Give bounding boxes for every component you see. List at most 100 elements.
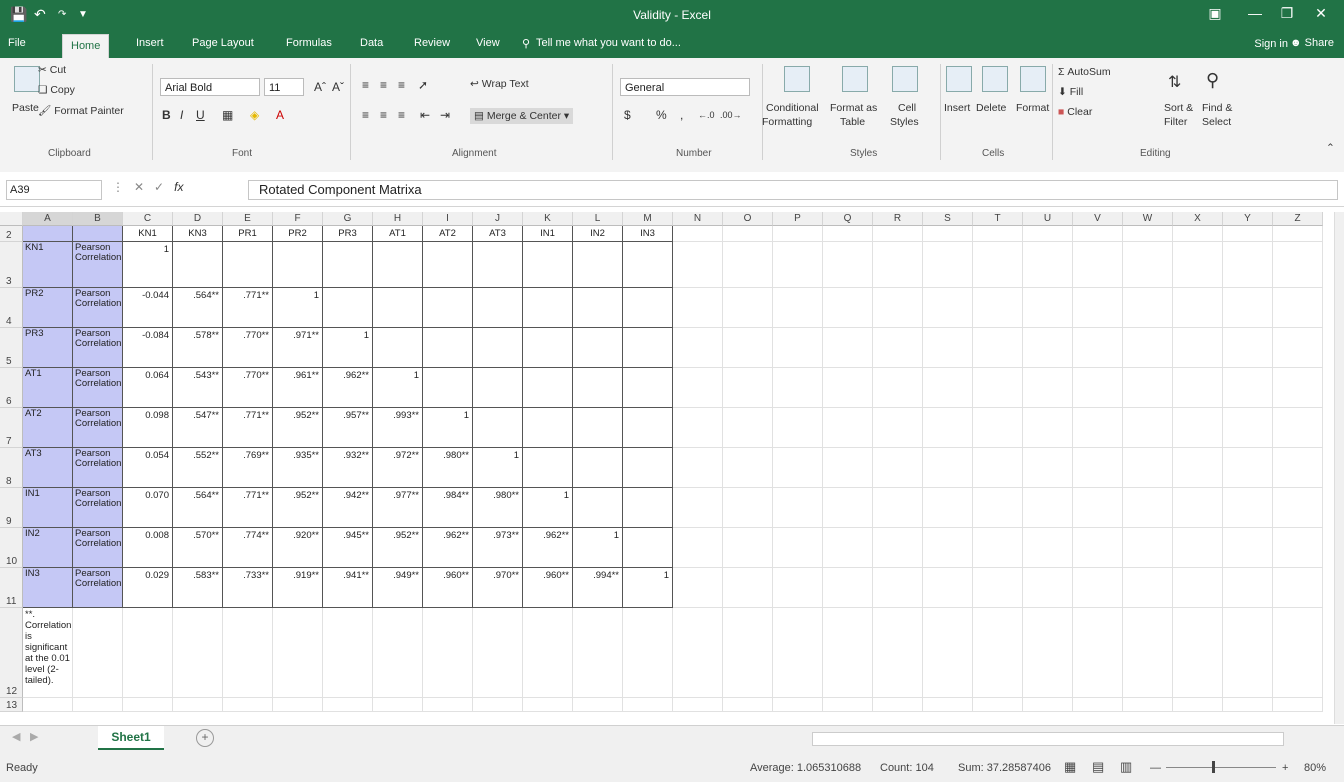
paste-button[interactable]: Paste bbox=[12, 102, 39, 114]
empty-cell[interactable] bbox=[673, 448, 723, 488]
empty-cell[interactable] bbox=[823, 242, 873, 288]
value-cell[interactable]: -0.084 bbox=[123, 328, 173, 368]
empty-cell[interactable] bbox=[1273, 698, 1323, 712]
empty-cell[interactable] bbox=[673, 226, 723, 242]
correlation-type-cell[interactable]: Pearson Correlation bbox=[73, 288, 123, 328]
value-cell[interactable]: .972** bbox=[373, 448, 423, 488]
empty-cell[interactable] bbox=[923, 368, 973, 408]
empty-cell[interactable] bbox=[823, 488, 873, 528]
empty-cell[interactable] bbox=[773, 328, 823, 368]
empty-cell[interactable] bbox=[773, 368, 823, 408]
value-cell[interactable]: 1 bbox=[373, 368, 423, 408]
value-cell[interactable]: .962** bbox=[323, 368, 373, 408]
value-cell[interactable]: .971** bbox=[273, 328, 323, 368]
value-cell[interactable]: 0.064 bbox=[123, 368, 173, 408]
paste-icon[interactable] bbox=[14, 66, 40, 92]
empty-cell[interactable] bbox=[1173, 488, 1223, 528]
empty-cell[interactable] bbox=[923, 608, 973, 698]
empty-cell[interactable] bbox=[273, 608, 323, 698]
column-header[interactable]: D bbox=[173, 212, 223, 226]
value-cell[interactable]: 1 bbox=[273, 288, 323, 328]
value-cell[interactable] bbox=[623, 288, 673, 328]
empty-cell[interactable] bbox=[823, 698, 873, 712]
value-cell[interactable]: 1 bbox=[523, 488, 573, 528]
sort-filter-button[interactable]: Sort & bbox=[1164, 102, 1193, 114]
value-cell[interactable]: .960** bbox=[423, 568, 473, 608]
value-cell[interactable]: .543** bbox=[173, 368, 223, 408]
collapse-ribbon-icon[interactable]: ⌃ bbox=[1326, 142, 1335, 154]
value-cell[interactable] bbox=[573, 328, 623, 368]
empty-cell[interactable] bbox=[973, 328, 1023, 368]
row-header[interactable]: 5 bbox=[0, 328, 23, 368]
empty-cell[interactable] bbox=[723, 528, 773, 568]
normal-view-icon[interactable]: ▦ bbox=[1064, 759, 1076, 775]
empty-cell[interactable] bbox=[773, 288, 823, 328]
column-header[interactable]: G bbox=[323, 212, 373, 226]
value-cell[interactable] bbox=[173, 242, 223, 288]
variable-label-cell[interactable]: PR2 bbox=[23, 288, 73, 328]
increase-indent-icon[interactable]: ⇥ bbox=[440, 108, 450, 122]
tab-data[interactable]: Data bbox=[360, 37, 383, 49]
empty-cell[interactable] bbox=[1023, 608, 1073, 698]
value-cell[interactable] bbox=[623, 242, 673, 288]
correlation-type-cell[interactable]: Pearson Correlation bbox=[73, 448, 123, 488]
empty-cell[interactable] bbox=[723, 288, 773, 328]
empty-cell[interactable] bbox=[973, 608, 1023, 698]
empty-cell[interactable] bbox=[723, 368, 773, 408]
value-cell[interactable]: .984** bbox=[423, 488, 473, 528]
value-cell[interactable]: .952** bbox=[373, 528, 423, 568]
value-cell[interactable]: .977** bbox=[373, 488, 423, 528]
variable-label-cell[interactable]: IN3 bbox=[23, 568, 73, 608]
empty-cell[interactable] bbox=[923, 698, 973, 712]
value-cell[interactable]: .962** bbox=[423, 528, 473, 568]
column-label-cell[interactable]: PR3 bbox=[323, 226, 373, 242]
empty-cell[interactable] bbox=[173, 608, 223, 698]
empty-cell[interactable] bbox=[1073, 368, 1123, 408]
value-cell[interactable] bbox=[473, 242, 523, 288]
value-cell[interactable]: .961** bbox=[273, 368, 323, 408]
column-header[interactable]: K bbox=[523, 212, 573, 226]
value-cell[interactable] bbox=[523, 368, 573, 408]
empty-cell[interactable] bbox=[973, 288, 1023, 328]
empty-cell[interactable] bbox=[1123, 288, 1173, 328]
empty-cell[interactable] bbox=[873, 368, 923, 408]
tell-me-icon[interactable]: ⚲ bbox=[522, 37, 530, 50]
empty-cell[interactable] bbox=[1173, 368, 1223, 408]
empty-cell[interactable] bbox=[923, 408, 973, 448]
value-cell[interactable]: .920** bbox=[273, 528, 323, 568]
empty-cell[interactable] bbox=[1273, 242, 1323, 288]
empty-cell[interactable] bbox=[1173, 242, 1223, 288]
format-painter-button[interactable]: 🖌 Format Painter bbox=[38, 104, 124, 117]
empty-cell[interactable] bbox=[1173, 448, 1223, 488]
empty-cell[interactable] bbox=[973, 528, 1023, 568]
delete-cells-button[interactable]: Delete bbox=[976, 102, 1006, 114]
correlation-type-cell[interactable]: Pearson Correlation bbox=[73, 528, 123, 568]
empty-cell[interactable] bbox=[1223, 568, 1273, 608]
align-right-icon[interactable]: ≡ bbox=[398, 108, 405, 122]
empty-cell[interactable] bbox=[1223, 488, 1273, 528]
empty-cell[interactable] bbox=[123, 698, 173, 712]
value-cell[interactable]: .962** bbox=[523, 528, 573, 568]
column-header[interactable]: Y bbox=[1223, 212, 1273, 226]
empty-cell[interactable] bbox=[273, 698, 323, 712]
tab-review[interactable]: Review bbox=[414, 37, 450, 49]
increase-font-icon[interactable]: Aˆ bbox=[314, 80, 326, 94]
top-align-icon[interactable]: ≡ bbox=[362, 78, 369, 92]
number-format-select[interactable]: General bbox=[620, 78, 750, 96]
empty-cell[interactable] bbox=[773, 488, 823, 528]
column-header[interactable]: J bbox=[473, 212, 523, 226]
value-cell[interactable]: 0.008 bbox=[123, 528, 173, 568]
empty-cell[interactable] bbox=[1273, 226, 1323, 242]
value-cell[interactable]: .774** bbox=[223, 528, 273, 568]
column-label-cell[interactable] bbox=[23, 226, 73, 242]
empty-cell[interactable] bbox=[723, 698, 773, 712]
value-cell[interactable]: 1 bbox=[573, 528, 623, 568]
row-header[interactable]: 12 bbox=[0, 608, 23, 698]
empty-cell[interactable] bbox=[623, 608, 673, 698]
empty-cell[interactable] bbox=[1023, 448, 1073, 488]
empty-cell[interactable] bbox=[1023, 368, 1073, 408]
column-header[interactable]: P bbox=[773, 212, 823, 226]
value-cell[interactable] bbox=[523, 408, 573, 448]
empty-cell[interactable] bbox=[1073, 328, 1123, 368]
insert-cells-button[interactable]: Insert bbox=[944, 102, 970, 114]
